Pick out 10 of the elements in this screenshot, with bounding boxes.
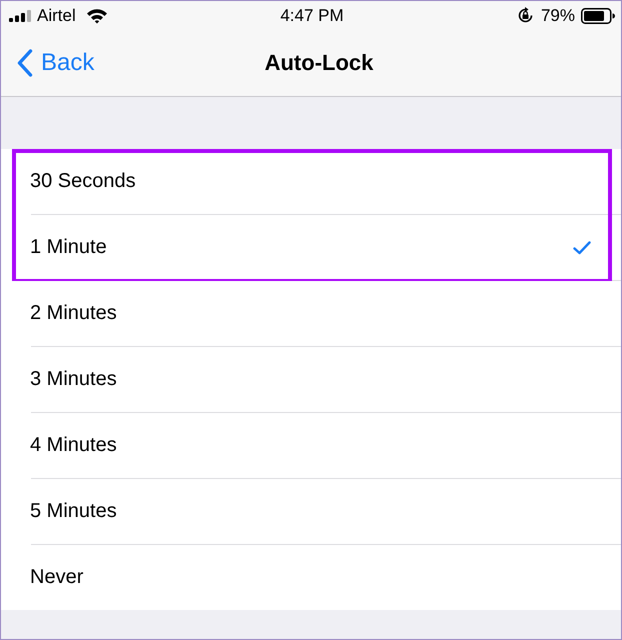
back-button[interactable]: Back <box>17 49 94 77</box>
carrier-name: Airtel <box>37 6 76 26</box>
clock-time: 4:47 PM <box>280 6 344 26</box>
rotation-lock-icon <box>516 6 535 25</box>
screen-title: Auto-Lock <box>264 50 374 76</box>
battery-icon <box>581 8 615 24</box>
chevron-left-icon <box>17 49 33 77</box>
signal-icon <box>9 10 33 22</box>
wifi-icon <box>86 8 108 24</box>
battery-percentage: 79% <box>540 6 575 26</box>
